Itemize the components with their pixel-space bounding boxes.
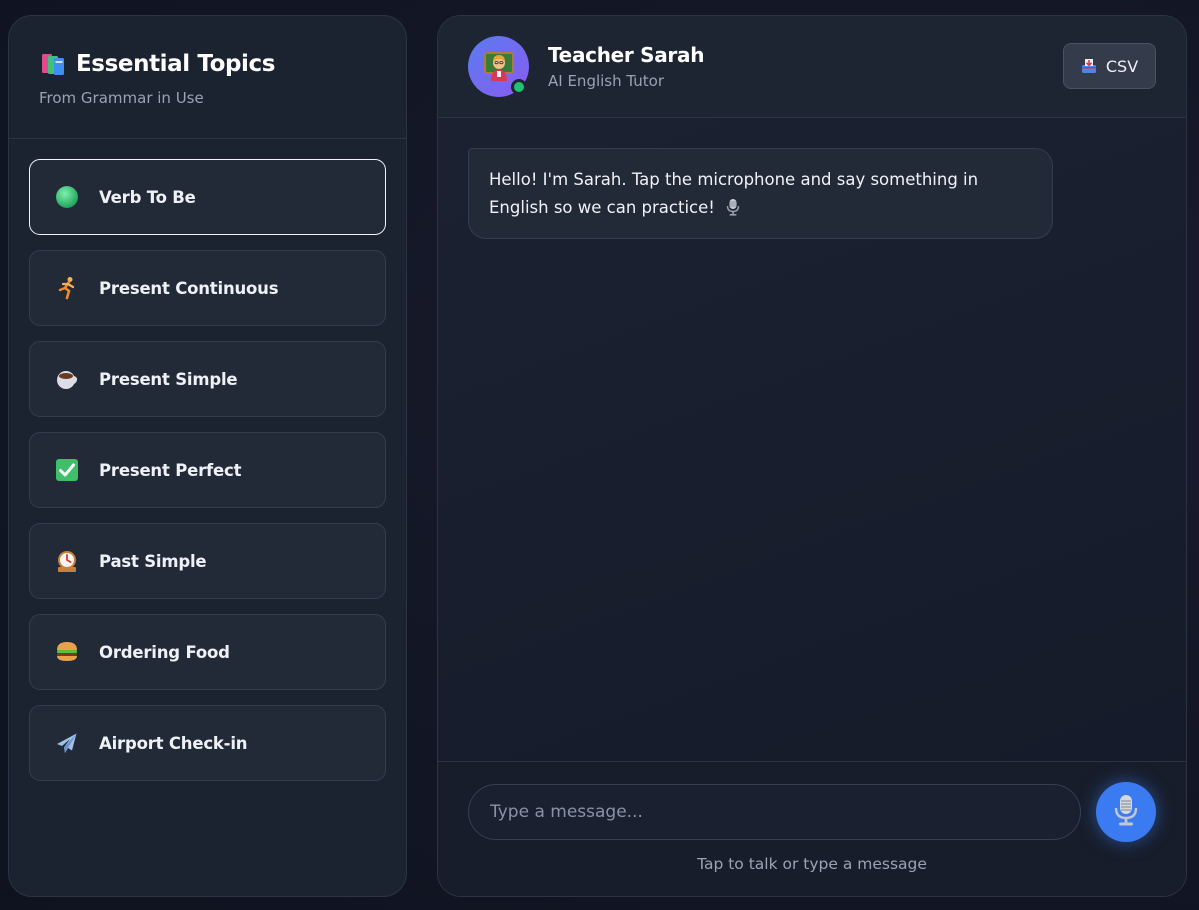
tutor-message-bubble: Hello! I'm Sarah. Tap the microphone and…: [468, 148, 1053, 239]
topic-item-verb-to-be[interactable]: Verb To Be: [29, 159, 386, 235]
topic-item-past-simple[interactable]: Past Simple: [29, 523, 386, 599]
topic-label: Verb To Be: [99, 187, 196, 207]
check-mark-icon: [54, 457, 80, 483]
topics-sidebar: Essential Topics From Grammar in Use Ver…: [8, 15, 407, 897]
topic-label: Present Perfect: [99, 460, 242, 480]
chat-header: Teacher Sarah AI English Tutor CSV: [438, 16, 1186, 118]
csv-export-button[interactable]: CSV: [1063, 43, 1156, 89]
sidebar-subtitle: From Grammar in Use: [39, 89, 204, 107]
books-icon: [39, 50, 67, 78]
running-person-icon: [54, 275, 80, 301]
chat-panel: Teacher Sarah AI English Tutor CSV Hello…: [437, 15, 1187, 897]
message-composer: Tap to talk or type a message: [438, 761, 1186, 896]
microphone-button[interactable]: [1096, 782, 1156, 842]
topic-item-present-continuous[interactable]: Present Continuous: [29, 250, 386, 326]
green-circle-icon: [54, 184, 80, 210]
inbox-tray-icon: [1081, 58, 1097, 74]
topic-label: Airport Check-in: [99, 733, 248, 753]
microphone-icon: [1113, 793, 1139, 831]
airplane-icon: [54, 730, 80, 756]
tutor-role: AI English Tutor: [548, 72, 665, 90]
tutor-name: Teacher Sarah: [548, 43, 705, 67]
coffee-cup-icon: [54, 366, 80, 392]
sidebar-title: Essential Topics: [76, 51, 276, 77]
sidebar-header: Essential Topics From Grammar in Use: [9, 16, 406, 139]
topic-label: Past Simple: [99, 551, 207, 571]
composer-hint: Tap to talk or type a message: [697, 855, 927, 873]
message-input[interactable]: [468, 784, 1081, 840]
hamburger-icon: [54, 639, 80, 665]
topic-label: Present Continuous: [99, 278, 279, 298]
topic-label: Ordering Food: [99, 642, 230, 662]
topic-label: Present Simple: [99, 369, 238, 389]
csv-button-label: CSV: [1105, 56, 1139, 76]
topic-item-present-perfect[interactable]: Present Perfect: [29, 432, 386, 508]
topic-item-airport-check-in[interactable]: Airport Check-in: [29, 705, 386, 781]
mantel-clock-icon: [54, 548, 80, 574]
sidebar-title-row: Essential Topics: [39, 50, 406, 78]
microphone-icon: [726, 197, 740, 216]
online-status-dot: [511, 79, 527, 95]
message-list: Hello! I'm Sarah. Tap the microphone and…: [438, 118, 1186, 761]
topic-item-ordering-food[interactable]: Ordering Food: [29, 614, 386, 690]
topic-item-present-simple[interactable]: Present Simple: [29, 341, 386, 417]
topic-list: Verb To Be Present Continuous Present Si…: [9, 139, 406, 781]
